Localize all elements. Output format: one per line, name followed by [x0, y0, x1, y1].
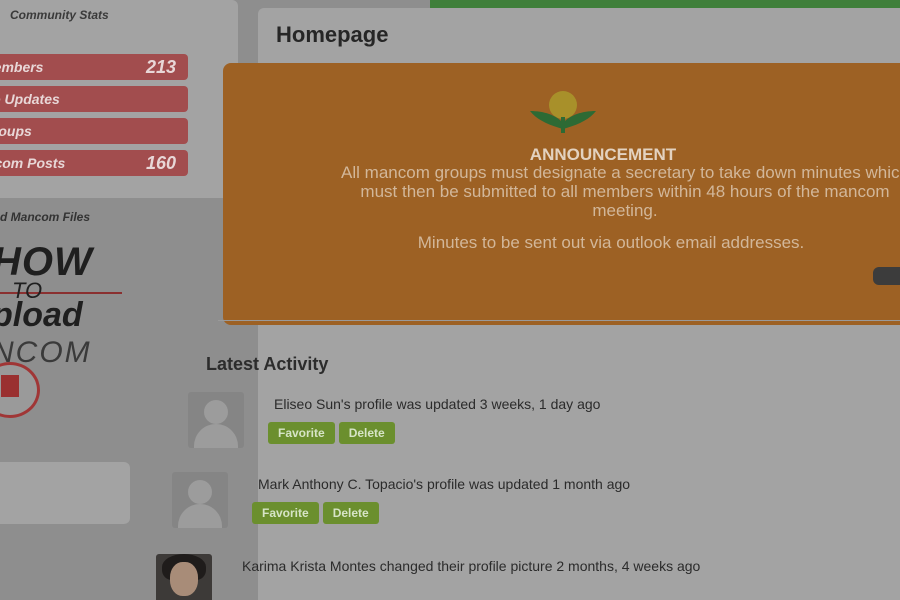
stat-no-updates[interactable]: No Updates [0, 86, 188, 112]
stat-mancom-posts[interactable]: mcom Posts 160 [0, 150, 188, 176]
mancom-files-title: d Mancom Files [0, 210, 91, 224]
favorite-button[interactable]: Favorite [252, 502, 319, 524]
latest-activity-title: Latest Activity [206, 354, 329, 374]
stat-label: No Updates [0, 91, 60, 107]
screen: Community Stats Members 213 No Updates G… [0, 0, 900, 600]
activity-text: Mark Anthony C. Topacio's profile was up… [258, 476, 631, 492]
announcement-note: Minutes to be sent out via outlook email… [417, 233, 805, 252]
stat-members[interactable]: Members 213 [0, 54, 188, 80]
sidebar-card [0, 462, 130, 524]
announcement-body: All mancom groups must designate a secre… [341, 163, 900, 220]
stat-groups[interactable]: Groups [0, 118, 188, 144]
announcement-button[interactable] [873, 267, 900, 285]
stat-value: 160 [145, 152, 176, 173]
delete-button[interactable]: Delete [322, 502, 379, 524]
community-stats-card: Community Stats Members 213 No Updates G… [0, 0, 238, 198]
howto-line3: pload [0, 296, 83, 334]
page-title: Homepage [276, 22, 389, 47]
delete-button[interactable]: Delete [338, 422, 395, 444]
community-stats-title: Community Stats [10, 8, 109, 22]
activity-text: Eliseo Sun's profile was updated 3 weeks… [274, 396, 601, 412]
announcement-panel: ANNOUNCEMENT All mancom groups must desi… [223, 63, 900, 325]
stat-label: Groups [0, 123, 32, 139]
pdf-icon[interactable] [0, 362, 40, 418]
stat-label: Members [0, 59, 44, 75]
activity-text: Karima Krista Montes changed their profi… [242, 558, 701, 574]
default-avatar-icon[interactable] [188, 392, 244, 448]
announcement-heading: ANNOUNCEMENT [529, 145, 677, 164]
sun-leaf-logo-icon [530, 91, 596, 133]
divider [218, 320, 900, 321]
favorite-button[interactable]: Favorite [268, 422, 335, 444]
stat-value: 213 [145, 56, 176, 77]
main-content: Homepage ANNOUNCEMENT All mancom groups … [156, 8, 900, 600]
stat-label: mcom Posts [0, 155, 66, 171]
profile-photo-avatar[interactable] [156, 554, 212, 600]
default-avatar-icon[interactable] [172, 472, 228, 528]
